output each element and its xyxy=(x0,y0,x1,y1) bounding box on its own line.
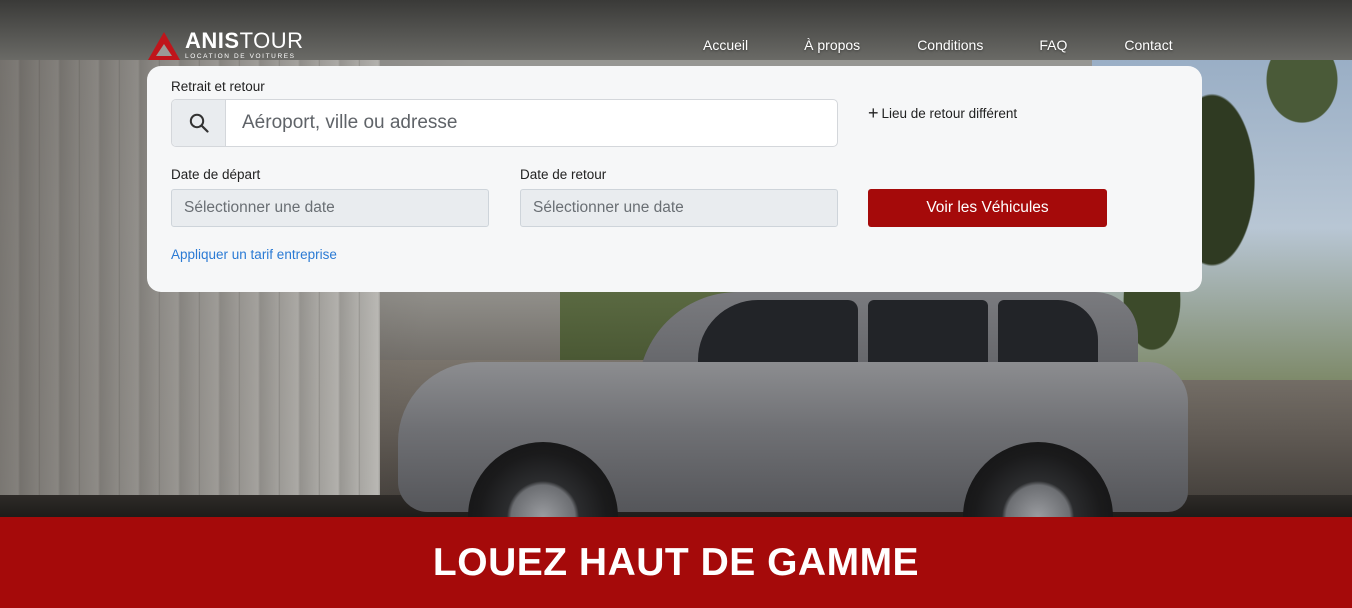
location-field xyxy=(171,99,838,147)
nav-item-accueil[interactable]: Accueil xyxy=(703,37,748,53)
departure-date-input[interactable] xyxy=(171,189,489,227)
logo-name-bold: ANIS xyxy=(185,28,240,53)
nav-item-contact[interactable]: Contact xyxy=(1124,37,1172,53)
logo-triangle-icon xyxy=(148,32,180,60)
car-front-window xyxy=(698,300,858,370)
different-return-toggle[interactable]: + Lieu de retour différent xyxy=(868,102,1017,123)
plus-icon: + xyxy=(868,103,879,123)
hero-car-image xyxy=(398,292,1188,518)
location-input[interactable] xyxy=(226,100,837,146)
view-vehicles-button[interactable]: Voir les Véhicules xyxy=(868,189,1107,227)
banner-headline: LOUEZ HAUT DE GAMME xyxy=(432,540,920,584)
promo-banner: LOUEZ HAUT DE GAMME xyxy=(0,517,1352,608)
car-rear-window xyxy=(868,300,988,370)
departure-date-label: Date de départ xyxy=(171,167,261,182)
nav-item-conditions[interactable]: Conditions xyxy=(917,37,983,53)
search-icon xyxy=(172,100,226,146)
different-return-label: Lieu de retour différent xyxy=(881,106,1018,121)
return-date-label: Date de retour xyxy=(520,167,607,182)
main-nav: Accueil À propos Conditions FAQ Contact xyxy=(703,37,1173,53)
corporate-rate-link[interactable]: Appliquer un tarif entreprise xyxy=(171,247,337,262)
logo-text: ANISTOUR LOCATION DE VOITURES xyxy=(185,30,304,61)
nav-item-a-propos[interactable]: À propos xyxy=(804,37,860,53)
logo-name-light: TOUR xyxy=(239,28,304,53)
booking-search-card: Retrait et retour +Lieu de retour différ… xyxy=(147,66,1202,292)
nav-item-faq[interactable]: FAQ xyxy=(1039,37,1067,53)
logo-title: ANISTOUR xyxy=(185,30,304,52)
logo-tagline: LOCATION DE VOITURES xyxy=(185,53,296,60)
return-date-input[interactable] xyxy=(520,189,838,227)
site-header: ANISTOUR LOCATION DE VOITURES Accueil À … xyxy=(0,0,1352,66)
car-back-window xyxy=(998,300,1098,370)
brand-logo[interactable]: ANISTOUR LOCATION DE VOITURES xyxy=(148,30,304,61)
location-label: Retrait et retour xyxy=(171,79,265,94)
